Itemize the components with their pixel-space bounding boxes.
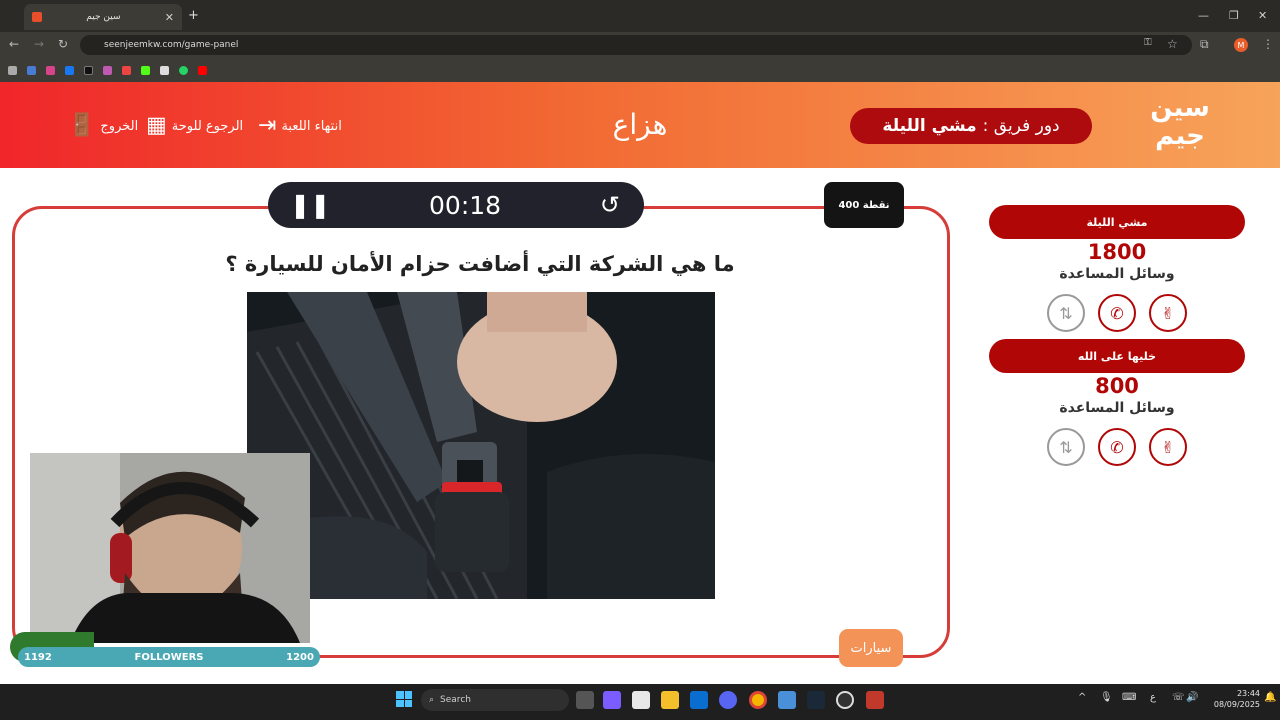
- team-name-pill: مشي الليلة: [989, 205, 1245, 239]
- steam-icon[interactable]: [807, 691, 825, 709]
- youtube-icon[interactable]: [198, 65, 207, 75]
- team-turn-indicator: دور فريق : مشي الليلة: [850, 108, 1092, 144]
- kick-icon[interactable]: [141, 65, 150, 75]
- pause-icon[interactable]: ❚❚: [290, 191, 330, 219]
- language-icon[interactable]: ع: [1150, 692, 1156, 703]
- microphone-icon[interactable]: 🎙: [1100, 692, 1113, 703]
- end-game-label: انتهاء اللعبة: [281, 118, 342, 134]
- team-score: 1800: [1087, 240, 1147, 264]
- timer-bar: ❚❚ 00:18 ↺: [268, 182, 644, 228]
- profile-initial: M: [1237, 40, 1245, 50]
- forward-icon[interactable]: →: [34, 37, 44, 51]
- back-to-board-button[interactable]: ▦ الرجوع للوحة: [146, 114, 243, 138]
- start-icon[interactable]: [396, 691, 412, 707]
- obs-icon[interactable]: [836, 691, 854, 709]
- restore-icon[interactable]: ❐: [1229, 9, 1239, 22]
- extensions-icon[interactable]: ⧉: [1200, 37, 1209, 52]
- category-tag: سيارات: [839, 629, 903, 667]
- grid-icon: ▦: [146, 113, 167, 138]
- category-title: هزاع: [612, 108, 668, 141]
- bookmarks-bar: [0, 58, 1280, 82]
- reload-icon[interactable]: ↻: [58, 37, 68, 51]
- notifications-icon[interactable]: 🔔: [1264, 692, 1276, 703]
- logo-line2: جيم: [1155, 121, 1205, 151]
- points-badge: 400 نقطة: [824, 182, 904, 228]
- tab-close-icon[interactable]: ✕: [165, 11, 174, 24]
- tiktok-icon[interactable]: [84, 65, 93, 75]
- team-name-pill: خليها على الله: [989, 339, 1245, 373]
- url-text: seenjeemkw.com/game-panel: [104, 40, 239, 50]
- swap-aid-icon[interactable]: ⇅: [1047, 294, 1085, 332]
- webcam-overlay: [30, 453, 310, 643]
- tab-title: سين جيم: [86, 12, 121, 22]
- whatsapp-icon[interactable]: [179, 65, 188, 75]
- turn-team-name: مشي الليلة: [882, 116, 977, 136]
- timer-display: 00:18: [429, 190, 502, 220]
- followers-goal: 1200: [286, 651, 314, 663]
- aids-label: وسائل المساعدة: [1059, 400, 1175, 416]
- tray-chevron-icon[interactable]: ^: [1078, 692, 1086, 703]
- bookmark-icon[interactable]: [8, 65, 17, 75]
- browser-tab[interactable]: سين جيم ✕: [24, 4, 182, 30]
- app-icon[interactable]: [866, 691, 884, 709]
- taskbar-search[interactable]: ⌕ Search: [421, 689, 569, 711]
- question-text: ما هي الشركة التي أضافت حزام الأمان للسي…: [225, 252, 735, 276]
- two-answers-aid-icon[interactable]: ✌: [1149, 428, 1187, 466]
- facebook-icon[interactable]: [65, 65, 74, 75]
- taskbar-clock[interactable]: 23:44 08/09/2025: [1200, 688, 1260, 710]
- password-key-icon[interactable]: ⚿: [1144, 37, 1152, 48]
- aids-label: وسائل المساعدة: [1059, 266, 1175, 282]
- site-logo[interactable]: سين جيم: [1140, 94, 1220, 158]
- store-icon[interactable]: [632, 691, 650, 709]
- exit-button[interactable]: 🚪 الخروج: [68, 114, 138, 138]
- exit-arrow-icon: ⇥: [258, 113, 277, 138]
- question-image: [247, 292, 715, 599]
- gmail-icon[interactable]: [122, 65, 131, 75]
- outlook-icon[interactable]: [690, 691, 708, 709]
- seatbelt-photo: [247, 292, 715, 599]
- reset-timer-icon[interactable]: ↺: [600, 191, 620, 219]
- browser-menu-icon[interactable]: ⋮: [1262, 37, 1274, 51]
- close-window-icon[interactable]: ✕: [1258, 9, 1267, 22]
- clock-time: 23:44: [1236, 689, 1260, 698]
- bookmark-icon[interactable]: [103, 65, 112, 75]
- followers-current: 1192: [24, 651, 52, 663]
- tab-favicon-icon: [32, 12, 42, 22]
- keyboard-icon[interactable]: ⌨: [1122, 692, 1136, 703]
- end-game-button[interactable]: ⇥ انتهاء اللعبة: [258, 114, 342, 138]
- bookmark-icon[interactable]: [160, 65, 169, 75]
- task-view-icon[interactable]: [576, 691, 594, 709]
- turn-prefix: دور فريق :: [982, 116, 1060, 136]
- volume-icon[interactable]: 🔊: [1186, 692, 1198, 703]
- clock-date: 08/09/2025: [1213, 700, 1260, 709]
- photos-icon[interactable]: [778, 691, 796, 709]
- network-icon[interactable]: ☏: [1172, 692, 1185, 703]
- new-tab-icon[interactable]: +: [188, 8, 199, 23]
- logo-line1: سين: [1150, 93, 1210, 123]
- search-placeholder: Search: [440, 695, 471, 705]
- discord-icon[interactable]: [719, 691, 737, 709]
- two-answers-aid-icon[interactable]: ✌: [1149, 294, 1187, 332]
- followers-label: FOLLOWERS: [134, 651, 204, 663]
- address-bar[interactable]: seenjeemkw.com/game-panel: [80, 35, 1192, 55]
- call-friend-aid-icon[interactable]: ✆: [1098, 428, 1136, 466]
- door-icon: 🚪: [68, 113, 96, 138]
- instagram-icon[interactable]: [46, 65, 55, 75]
- streamer-video: [30, 453, 310, 643]
- profile-avatar[interactable]: M: [1234, 38, 1248, 52]
- swap-aid-icon[interactable]: ⇅: [1047, 428, 1085, 466]
- bookmark-icon[interactable]: [27, 65, 36, 75]
- search-icon: ⌕: [429, 695, 435, 705]
- copilot-icon[interactable]: [603, 691, 621, 709]
- back-icon[interactable]: ←: [9, 37, 19, 51]
- follower-goal-bar: 1192 FOLLOWERS 1200: [18, 647, 320, 667]
- minimize-icon[interactable]: —: [1198, 9, 1209, 22]
- back-to-board-label: الرجوع للوحة: [171, 118, 244, 134]
- team-score: 800: [1095, 374, 1139, 398]
- chrome-icon[interactable]: [749, 691, 767, 709]
- bookmark-star-icon[interactable]: ☆: [1167, 37, 1178, 51]
- exit-label: الخروج: [100, 118, 139, 134]
- call-friend-aid-icon[interactable]: ✆: [1098, 294, 1136, 332]
- file-explorer-icon[interactable]: [661, 691, 679, 709]
